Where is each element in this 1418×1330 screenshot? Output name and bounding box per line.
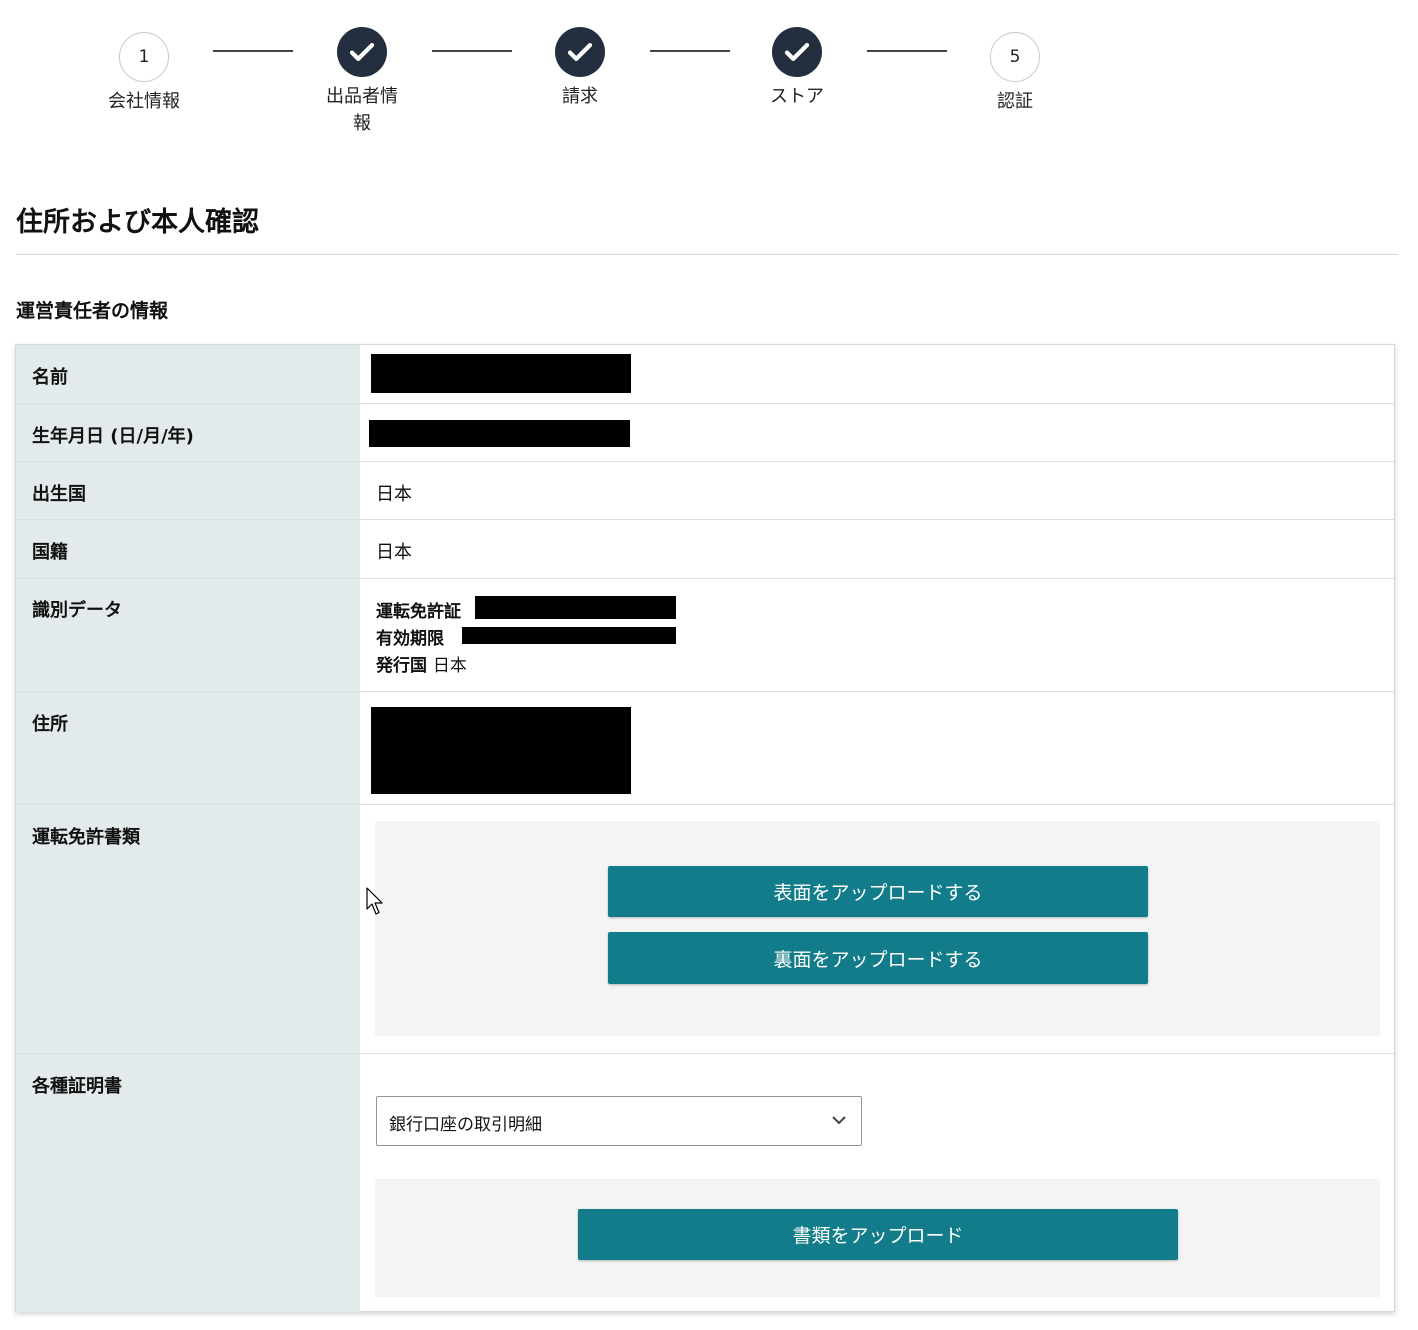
check-icon bbox=[567, 43, 593, 61]
table-row-birth-country: 出生国 日本 bbox=[16, 462, 1394, 520]
upload-front-button[interactable]: 表面をアップロードする bbox=[608, 866, 1148, 917]
step-number: 5 bbox=[1009, 47, 1021, 67]
step-billing: 請求 bbox=[520, 27, 640, 110]
step-label: 出品者情 報 bbox=[302, 83, 422, 137]
redacted-block bbox=[475, 596, 676, 619]
row-label: 住所 bbox=[16, 692, 360, 804]
step-label: 会社情報 bbox=[108, 91, 180, 112]
row-label: 生年月日 (日/月/年) bbox=[16, 404, 360, 461]
expiry-label: 有効期限 bbox=[376, 629, 444, 649]
step-connector bbox=[213, 50, 293, 52]
step-company-info: 1 会社情報 bbox=[84, 32, 204, 115]
document-type-select[interactable]: 銀行口座の取引明細 bbox=[376, 1096, 862, 1146]
divider bbox=[16, 254, 1398, 255]
expiry-line: 有効期限 bbox=[376, 624, 444, 649]
step-label: ストア bbox=[770, 86, 824, 107]
issuer-value: 日本 bbox=[432, 656, 467, 676]
table-row-license-docs: 運転免許書類 表面をアップロードする 裏面をアップロードする bbox=[16, 805, 1394, 1054]
redacted-block bbox=[462, 627, 676, 644]
step-label: 認証 bbox=[997, 91, 1033, 112]
step-verification: 5 認証 bbox=[955, 32, 1075, 115]
check-icon bbox=[784, 43, 810, 61]
step-number-circle: 1 bbox=[119, 32, 169, 82]
operator-info-table: 名前 生年月日 (日/月/年) 出生国 日本 国籍 日本 識別データ 運転免許証 bbox=[15, 344, 1395, 1312]
step-label-line1: 出品者情 bbox=[326, 86, 398, 107]
row-label: 識別データ bbox=[16, 579, 360, 691]
progress-stepper: 1 会社情報 出品者情 報 請求 ストア 5 認証 bbox=[0, 0, 1418, 150]
step-label-line2: 報 bbox=[353, 113, 371, 134]
step-number-circle: 5 bbox=[990, 32, 1040, 82]
nationality-value: 日本 bbox=[376, 542, 412, 563]
license-label: 運転免許証 bbox=[376, 602, 461, 622]
row-value bbox=[360, 404, 1394, 461]
row-value: 運転免許証 有効期限 発行国 日本 bbox=[360, 579, 1394, 691]
row-value: 日本 bbox=[360, 462, 1394, 519]
step-connector bbox=[432, 50, 512, 52]
page-title: 住所および本人確認 bbox=[16, 207, 259, 238]
document-type-selected: 銀行口座の取引明細 bbox=[389, 1115, 542, 1135]
upload-document-button[interactable]: 書類をアップロード bbox=[578, 1209, 1178, 1260]
redacted-block bbox=[371, 354, 631, 393]
license-upload-panel: 表面をアップロードする 裏面をアップロードする bbox=[375, 821, 1380, 1036]
mouse-cursor-icon bbox=[366, 887, 383, 915]
issuer-line: 発行国 日本 bbox=[376, 651, 467, 676]
table-row-identification: 識別データ 運転免許証 有効期限 発行国 日本 bbox=[16, 579, 1394, 692]
step-connector bbox=[867, 50, 947, 52]
section-title: 運営責任者の情報 bbox=[16, 300, 169, 322]
step-complete-circle bbox=[337, 27, 387, 77]
step-seller-info: 出品者情 報 bbox=[302, 27, 422, 137]
step-connector bbox=[650, 50, 730, 52]
table-row-nationality: 国籍 日本 bbox=[16, 520, 1394, 579]
row-value bbox=[360, 345, 1394, 403]
step-label: 請求 bbox=[562, 86, 598, 107]
table-row-name: 名前 bbox=[16, 345, 1394, 404]
row-label: 国籍 bbox=[16, 520, 360, 578]
step-complete-circle bbox=[772, 27, 822, 77]
row-value: 銀行口座の取引明細 書類をアップロード bbox=[360, 1054, 1394, 1312]
row-label: 出生国 bbox=[16, 462, 360, 519]
upload-back-button[interactable]: 裏面をアップロードする bbox=[608, 932, 1148, 984]
license-number-line: 運転免許証 bbox=[376, 597, 461, 622]
step-store: ストア bbox=[737, 27, 857, 110]
certificate-upload-panel: 書類をアップロード bbox=[375, 1179, 1380, 1297]
table-row-dob: 生年月日 (日/月/年) bbox=[16, 404, 1394, 462]
redacted-block bbox=[371, 707, 631, 794]
table-row-address: 住所 bbox=[16, 692, 1394, 805]
row-value: 日本 bbox=[360, 520, 1394, 578]
step-number: 1 bbox=[138, 47, 150, 67]
row-label: 名前 bbox=[16, 345, 360, 403]
row-label: 各種証明書 bbox=[16, 1054, 360, 1312]
table-row-certificates: 各種証明書 銀行口座の取引明細 書類をアップロード bbox=[16, 1054, 1394, 1312]
row-value bbox=[360, 692, 1394, 804]
issuer-label: 発行国 bbox=[376, 656, 427, 676]
check-icon bbox=[349, 43, 375, 61]
chevron-down-icon bbox=[832, 1116, 846, 1125]
birth-country-value: 日本 bbox=[376, 484, 412, 505]
step-complete-circle bbox=[555, 27, 605, 77]
row-value: 表面をアップロードする 裏面をアップロードする bbox=[360, 805, 1394, 1053]
redacted-block bbox=[369, 420, 630, 447]
row-label: 運転免許書類 bbox=[16, 805, 360, 1053]
